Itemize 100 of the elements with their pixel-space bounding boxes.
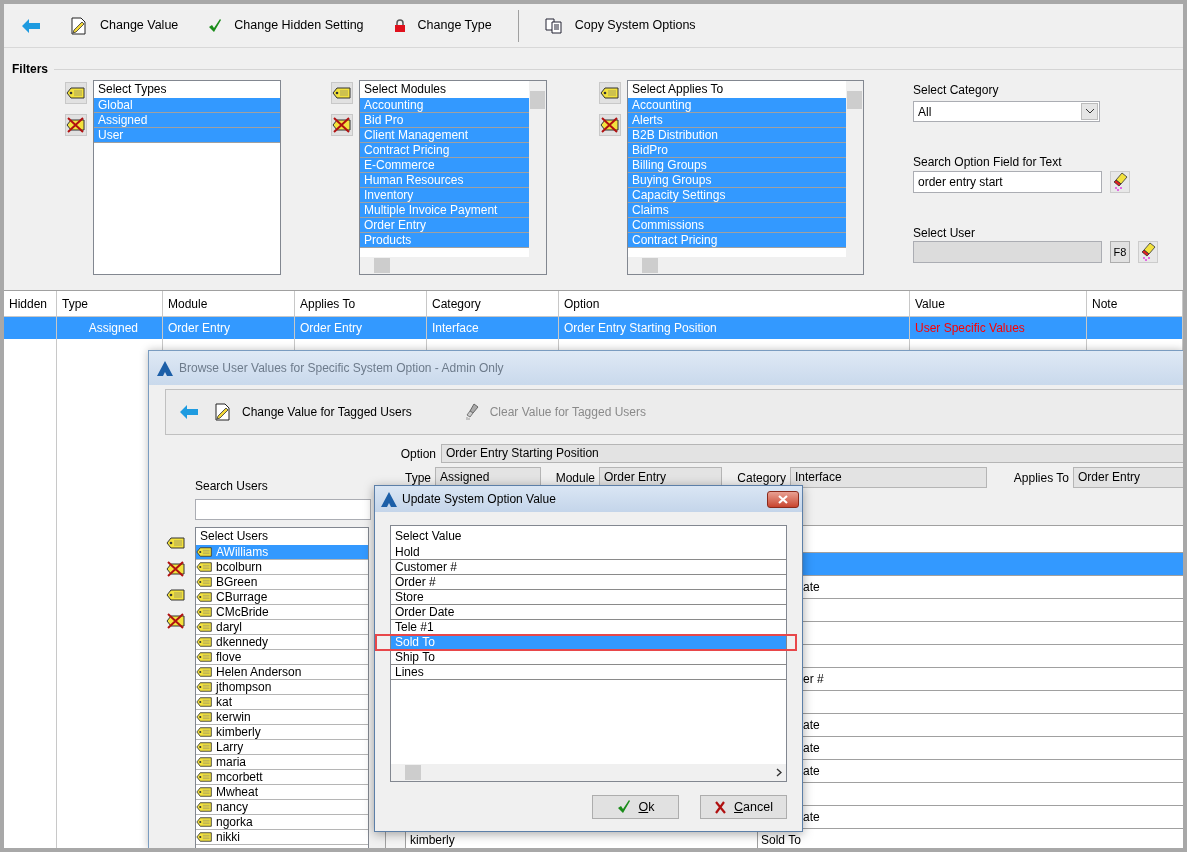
user-list[interactable]: Select Users AWilliams bcolburn BGreen CBurrage CMcBride daryl dkennedy flove Helen Anderson jthompson kat kerwin kimberly Larry maria mcorbett Mwheat nancy ngorka nikki <box>195 527 369 848</box>
scrollbar[interactable] <box>360 257 546 274</box>
tag-all-button[interactable] <box>599 82 621 104</box>
untag-all-button[interactable] <box>599 114 621 136</box>
list-item[interactable]: bcolburn <box>196 560 368 575</box>
list-item[interactable]: dkennedy <box>196 635 368 650</box>
list-item[interactable]: CBurrage <box>196 590 368 605</box>
table-cell: User Specific Values <box>910 317 1087 339</box>
column-header[interactable]: Applies To <box>295 291 427 316</box>
change-value-button[interactable]: Change Value for Tagged Users <box>214 397 412 427</box>
scrollbar[interactable] <box>628 257 863 274</box>
logo-icon <box>157 360 173 376</box>
clear-button[interactable] <box>1110 171 1130 193</box>
tag-icon <box>166 588 186 602</box>
list-item[interactable]: CMcBride <box>196 605 368 620</box>
ok-button[interactable]: Ok <box>592 795 679 819</box>
value-list[interactable]: Select Value Hold Customer # Order # Store Order Date Tele #1 Sold To Ship To Lines <box>390 525 787 782</box>
tag-icon <box>196 681 213 693</box>
list-item[interactable]: Lines <box>391 665 786 680</box>
table-cell: Order Entry Starting Position <box>559 317 910 339</box>
back-arrow-icon <box>22 18 40 33</box>
list-item[interactable]: Order Date <box>391 605 786 620</box>
table-cell: Interface <box>427 317 559 339</box>
tag-icon <box>332 86 352 100</box>
list-item[interactable]: Helen Anderson <box>196 665 368 680</box>
untag-all-button[interactable] <box>65 114 87 136</box>
list-item[interactable]: ngorka <box>196 815 368 830</box>
scroll-thumb[interactable] <box>374 258 390 273</box>
column-header[interactable]: Module <box>163 291 295 316</box>
tag-icon <box>196 831 213 843</box>
tag-icon <box>196 621 213 633</box>
list-item[interactable]: Larry <box>196 740 368 755</box>
list-item[interactable]: Mwheat <box>196 785 368 800</box>
change-value-button[interactable]: Change Value <box>70 10 179 41</box>
scroll-thumb[interactable] <box>405 765 421 780</box>
field-label: Option <box>399 445 437 463</box>
user-name: maria <box>216 755 246 769</box>
search-field[interactable]: order entry start <box>913 171 1102 193</box>
tag-icon <box>196 636 213 648</box>
tag-all-button[interactable] <box>331 82 353 104</box>
column-header[interactable]: Category <box>427 291 559 316</box>
list-item[interactable]: Store <box>391 590 786 605</box>
tag-icon <box>196 561 213 573</box>
scrollbar[interactable] <box>846 81 863 257</box>
table-cell-text: Sold To <box>761 832 801 848</box>
filter-list[interactable]: Select Applies To Accounting Alerts B2B Distribution BidPro Billing Groups Buying Groups Capacity Settings Claims Commissions Contract Pricing <box>627 80 864 275</box>
untag-all-button[interactable] <box>331 114 353 136</box>
list-item[interactable]: Hold <box>391 545 786 560</box>
search-field[interactable] <box>195 499 371 520</box>
user-name: CBurrage <box>216 590 268 604</box>
list-item[interactable]: nancy <box>196 800 368 815</box>
change-type-button[interactable]: Change Type <box>393 10 492 41</box>
user-name: nancy <box>216 800 249 814</box>
checkmark-icon <box>208 18 223 33</box>
column-header[interactable]: Value <box>910 291 1087 316</box>
tag-icon <box>196 651 213 663</box>
list-item[interactable]: maria <box>196 755 368 770</box>
list-item[interactable]: Order # <box>391 575 786 590</box>
category-dropdown[interactable]: All <box>913 101 1100 122</box>
section-title: Filters <box>12 61 48 78</box>
list-header: Select Types <box>97 81 168 98</box>
table-cell-text: er # <box>803 671 824 688</box>
column-header[interactable]: Option <box>559 291 910 316</box>
brush-icon <box>463 403 480 421</box>
list-item[interactable]: mcorbett <box>196 770 368 785</box>
field-label: Select Category <box>913 82 1000 96</box>
hidden-setting-button[interactable]: Change Hidden Setting <box>208 10 364 41</box>
tag-all-button[interactable] <box>65 82 87 104</box>
list-item[interactable]: BGreen <box>196 575 368 590</box>
scrollbar[interactable] <box>391 764 786 781</box>
list-item[interactable]: daryl <box>196 620 368 635</box>
tag-crossed-icon <box>66 117 86 133</box>
list-item[interactable]: jthompson <box>196 680 368 695</box>
option-field: Order Entry Starting Position <box>441 444 1183 463</box>
column-header[interactable]: Type <box>57 291 163 316</box>
scrollbar[interactable] <box>529 81 546 257</box>
filter-list[interactable]: Select Modules Accounting Bid Pro Client Management Contract Pricing E-Commerce Human Resources Inventory Multiple Invoice Payment Order Entry Products <box>359 80 547 275</box>
list-item[interactable]: kerwin <box>196 710 368 725</box>
copy-options-button[interactable]: Copy System Options <box>544 10 696 41</box>
list-item[interactable]: flove <box>196 650 368 665</box>
clear-button[interactable] <box>1138 241 1158 263</box>
table-cell: Order Entry <box>295 317 427 339</box>
user-name: kerwin <box>216 710 251 724</box>
tag-icon <box>196 591 213 603</box>
copy-icon <box>544 17 563 34</box>
eraser-icon <box>1140 242 1156 262</box>
scroll-thumb[interactable] <box>847 91 862 109</box>
window-title: Update System Option Value <box>402 491 557 508</box>
tag-icon <box>196 606 213 618</box>
list-item[interactable]: kimberly <box>196 725 368 740</box>
column-header[interactable]: Hidden <box>4 291 57 316</box>
list-item[interactable]: nikki <box>196 830 368 845</box>
column-header[interactable]: Note <box>1087 291 1183 316</box>
list-item[interactable]: kat <box>196 695 368 710</box>
list-item[interactable]: Customer # <box>391 560 786 575</box>
scroll-thumb[interactable] <box>642 258 658 273</box>
user-name: Helen Anderson <box>216 665 302 679</box>
close-button[interactable] <box>767 490 799 508</box>
scroll-thumb[interactable] <box>530 91 545 109</box>
cancel-button[interactable]: Cancel <box>700 795 787 819</box>
